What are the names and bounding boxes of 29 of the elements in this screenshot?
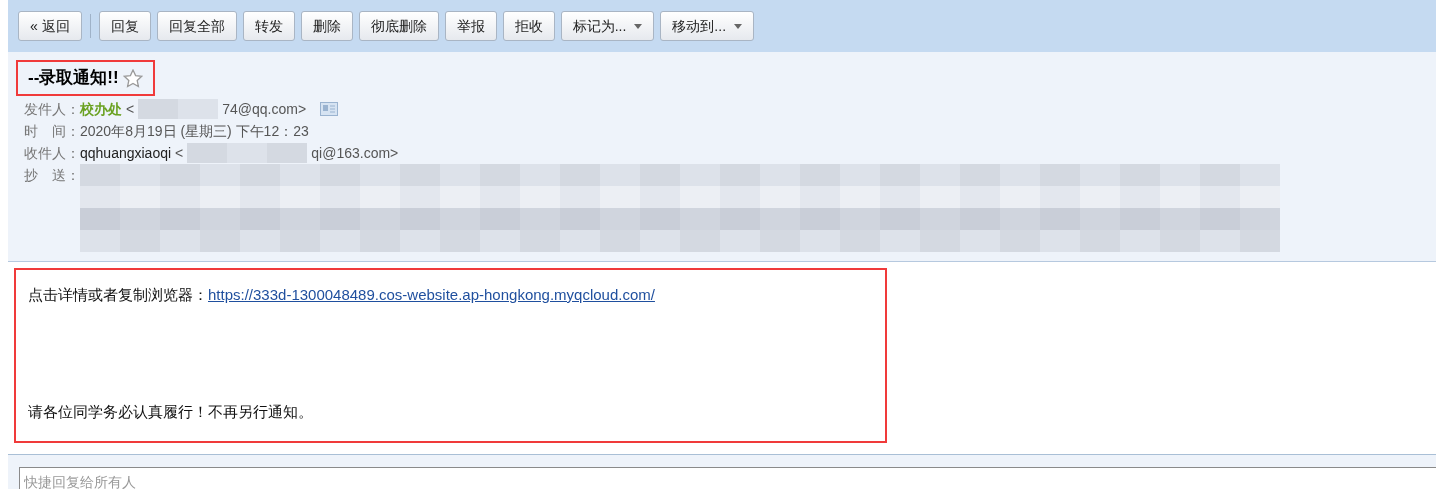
toolbar-button[interactable]: 彻底删除 (358, 11, 439, 41)
dropdown-button[interactable]: 标记为... (560, 11, 655, 41)
body-link[interactable]: https://333d-1300048489.cos-website.ap-hongkong.myqcloud.com/ (208, 286, 655, 303)
toolbar-button[interactable]: « 返回 (18, 11, 82, 41)
email-address: qi@163.com> (311, 144, 399, 163)
body-paragraph: 请各位同学务必认真履行！不再另行通知。 (28, 401, 314, 422)
contact-card-icon[interactable] (320, 102, 339, 116)
sent-time: 2020年8月19日 (星期三) 下午12：23 (80, 122, 309, 141)
toolbar-button[interactable]: 拒收 (502, 11, 555, 41)
toolbar-button[interactable]: 回复 (98, 11, 151, 41)
field-label: 抄 送： (24, 166, 80, 185)
toolbar-button[interactable]: 举报 (444, 11, 497, 41)
caret-icon (634, 23, 643, 29)
field-label: 时 间： (24, 122, 80, 141)
dropdown-button[interactable]: 移动到... (660, 11, 755, 41)
toolbar-button[interactable]: 回复全部 (156, 11, 237, 41)
email-address: 74@qq.com> (222, 100, 307, 119)
star-icon[interactable] (122, 68, 143, 88)
field-label: 发件人： (24, 100, 80, 119)
address-bracket: < (175, 144, 184, 163)
body-paragraph: 点击详情或者复制浏览器：https://333d-1300048489.cos-website.ap-hongkong.myqcloud.com/ (28, 285, 656, 305)
mail-subject: --录取通知!! (28, 67, 119, 90)
toolbar-button[interactable]: 删除 (300, 11, 353, 41)
toolbar-button[interactable]: 转发 (242, 11, 295, 41)
caret-icon (734, 23, 743, 29)
field-label: 收件人： (24, 144, 80, 163)
address-bracket: < (126, 100, 135, 119)
quick-reply-field[interactable]: 快捷回复给所有人 (19, 467, 1436, 489)
recipient-name[interactable]: qqhuangxiaoqi (80, 142, 172, 164)
